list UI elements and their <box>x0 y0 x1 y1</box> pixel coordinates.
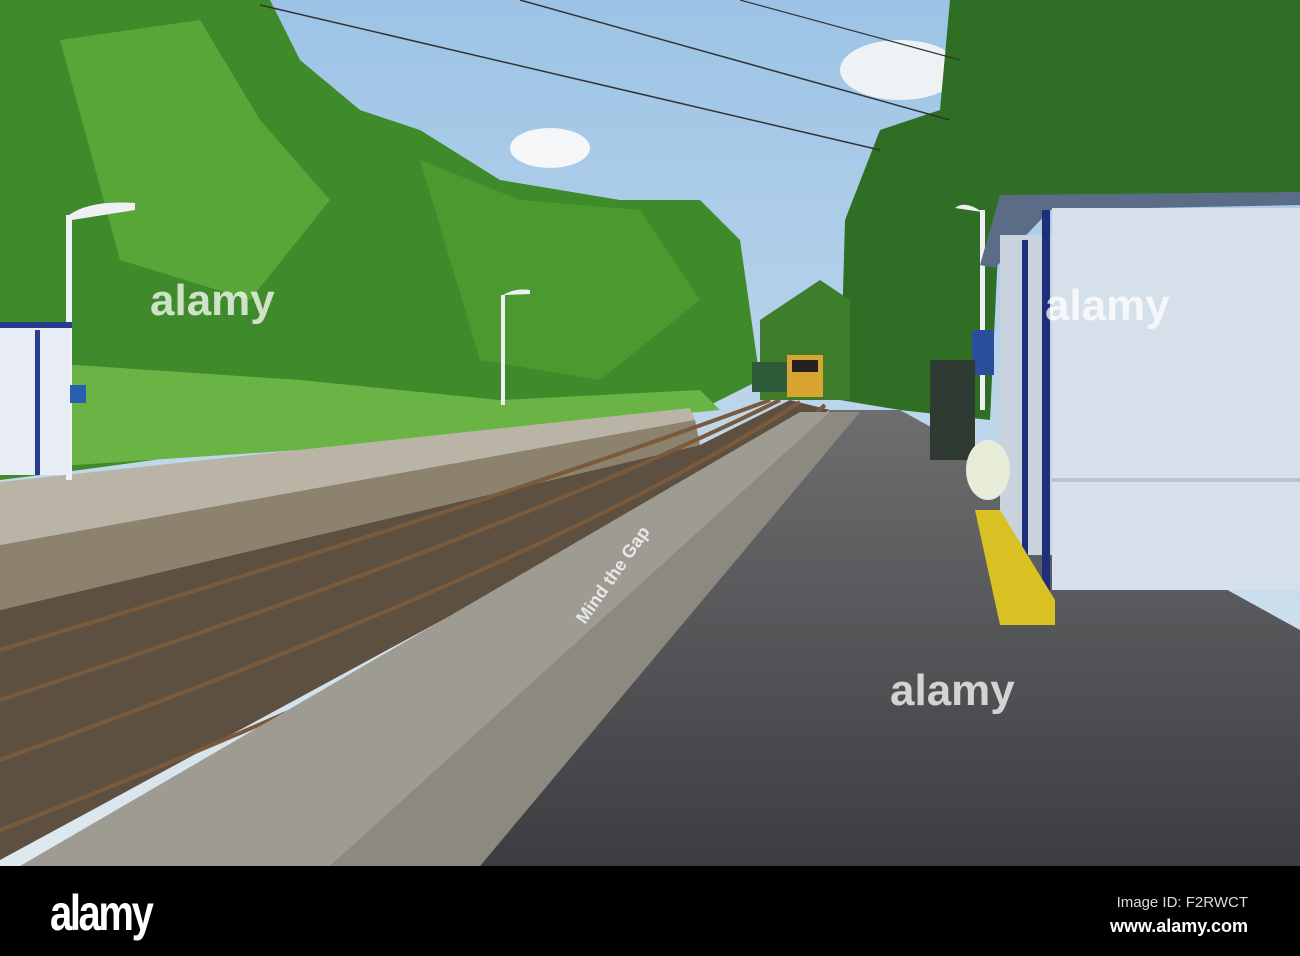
alamy-logo: alamy <box>50 885 154 941</box>
watermark: alamy <box>150 276 275 325</box>
site-url: www.alamy.com <box>1109 916 1248 936</box>
image-id: Image ID: F2RWCT <box>1116 894 1248 911</box>
footer-bar: alamy Image ID: F2RWCT www.alamy.com <box>0 866 1300 956</box>
watermark: alamy <box>890 666 1015 715</box>
railway-station-photo: Mind the Gap alamy alamy alamy <box>0 0 1300 866</box>
left-shelter <box>0 322 72 475</box>
watermark: alamy <box>1045 281 1170 330</box>
stock-photo-page: Mind the Gap alamy alamy alamy alamy Ima… <box>0 0 1300 956</box>
